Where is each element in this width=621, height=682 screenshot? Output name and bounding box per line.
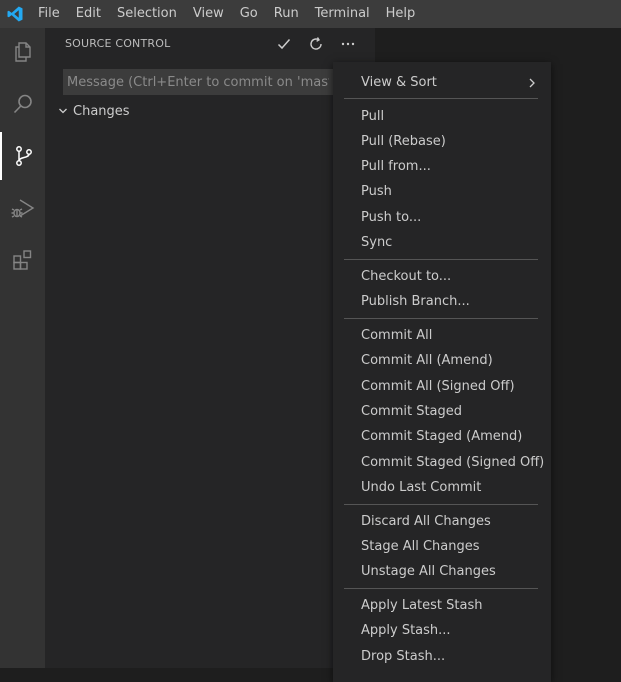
panel-title: SOURCE CONTROL	[65, 37, 171, 50]
menu-separator	[344, 504, 538, 505]
menu-item-commit-all-signed-off[interactable]: Commit All (Signed Off)	[333, 374, 551, 399]
extensions-icon[interactable]	[0, 236, 45, 284]
search-icon[interactable]	[0, 80, 45, 128]
menu-selection[interactable]: Selection	[109, 0, 185, 28]
menu-item-pull[interactable]: Pull	[333, 104, 551, 129]
menu-item-checkout-to[interactable]: Checkout to...	[333, 264, 551, 289]
vscode-logo-icon	[0, 0, 30, 28]
menu-separator	[344, 588, 538, 589]
check-icon[interactable]	[274, 34, 294, 54]
menu-run[interactable]: Run	[266, 0, 307, 28]
menu-item-undo-last-commit[interactable]: Undo Last Commit	[333, 475, 551, 500]
menu-separator	[344, 259, 538, 260]
menu-separator	[344, 98, 538, 99]
menu-item-sync[interactable]: Sync	[333, 230, 551, 255]
menu-item-view-sort[interactable]: View & Sort	[333, 70, 551, 95]
menu-item-unstage-all-changes[interactable]: Unstage All Changes	[333, 559, 551, 584]
files-icon[interactable]	[0, 28, 45, 76]
source-control-icon[interactable]	[0, 132, 45, 180]
menu-item-apply-latest-stash[interactable]: Apply Latest Stash	[333, 593, 551, 618]
changes-label: Changes	[73, 103, 130, 119]
menu-go[interactable]: Go	[232, 0, 266, 28]
menu-item-apply-stash[interactable]: Apply Stash...	[333, 618, 551, 643]
run-debug-icon[interactable]	[0, 184, 45, 232]
title-bar: File Edit Selection View Go Run Terminal…	[0, 0, 621, 28]
menu-terminal[interactable]: Terminal	[307, 0, 378, 28]
menu-item-commit-all-amend[interactable]: Commit All (Amend)	[333, 348, 551, 373]
changes-group-header[interactable]: Changes	[57, 100, 130, 122]
menu-item-stage-all-changes[interactable]: Stage All Changes	[333, 534, 551, 559]
menu-help[interactable]: Help	[378, 0, 424, 28]
menu-item-push-to[interactable]: Push to...	[333, 205, 551, 230]
menu-item-push[interactable]: Push	[333, 179, 551, 204]
menu-item-commit-staged-amend[interactable]: Commit Staged (Amend)	[333, 424, 551, 449]
menu-item-commit-all[interactable]: Commit All	[333, 323, 551, 348]
menu-item-commit-staged[interactable]: Commit Staged	[333, 399, 551, 424]
activity-bar	[0, 28, 45, 668]
menu-item-pull-from[interactable]: Pull from...	[333, 154, 551, 179]
source-control-panel: SOURCE CONTROL Changes	[45, 28, 375, 668]
chevron-right-icon	[527, 70, 537, 95]
menu-view[interactable]: View	[185, 0, 232, 28]
chevron-down-icon	[57, 105, 69, 117]
menu-item-drop-stash[interactable]: Drop Stash...	[333, 644, 551, 669]
menu-item-publish-branch[interactable]: Publish Branch...	[333, 289, 551, 314]
refresh-icon[interactable]	[306, 34, 326, 54]
commit-message-input[interactable]	[63, 69, 333, 95]
menu-edit[interactable]: Edit	[68, 0, 109, 28]
menu-item-commit-staged-signed-off[interactable]: Commit Staged (Signed Off)	[333, 450, 551, 475]
menu-file[interactable]: File	[30, 0, 68, 28]
menu-separator	[344, 318, 538, 319]
menu-item-pull-rebase[interactable]: Pull (Rebase)	[333, 129, 551, 154]
menu-item-discard-all-changes[interactable]: Discard All Changes	[333, 509, 551, 534]
more-icon[interactable]	[338, 34, 358, 54]
more-actions-menu: View & Sort Pull Pull (Rebase) Pull from…	[333, 62, 551, 682]
